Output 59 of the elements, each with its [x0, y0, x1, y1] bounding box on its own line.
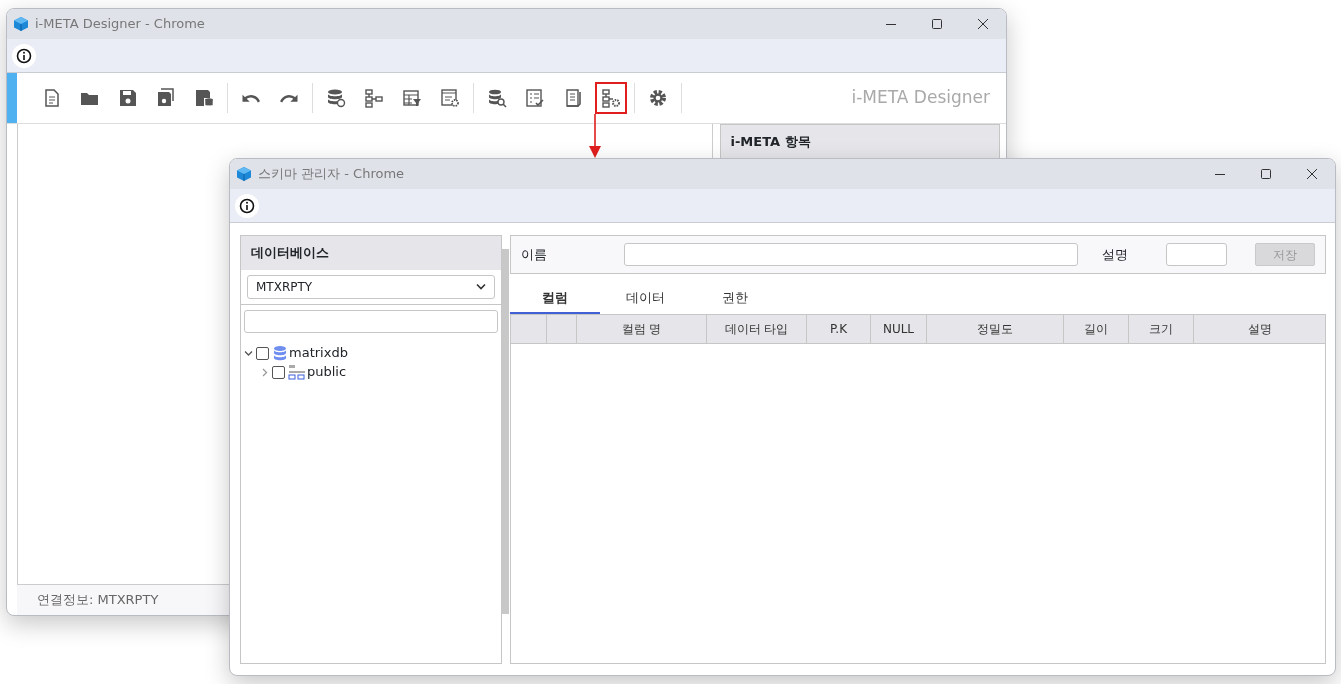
- column-header: 크기: [1129, 314, 1194, 343]
- window-title: i-META Designer - Chrome: [35, 15, 205, 34]
- info-button[interactable]: [235, 193, 259, 218]
- collapsed-caret-icon[interactable]: [260, 367, 269, 377]
- info-button[interactable]: [12, 43, 36, 68]
- document-icon: [42, 88, 62, 108]
- close-icon: [1306, 168, 1318, 180]
- database-icon: [272, 345, 288, 361]
- app-logo-icon: [236, 166, 252, 182]
- tree-item-label[interactable]: matrixdb: [289, 343, 348, 363]
- schema-icon: [288, 364, 306, 380]
- database-link-icon: [326, 88, 346, 108]
- panel-title: i-META 항목: [720, 125, 999, 159]
- field-label: 설명: [1102, 245, 1129, 264]
- database-search-icon: [487, 88, 507, 108]
- status-text: 연결정보: MTXRPTY: [37, 591, 159, 610]
- panel-title: 데이터베이스: [241, 236, 501, 270]
- settings-icon: [648, 88, 668, 108]
- column-header: 설명: [1246, 320, 1273, 338]
- tree-item-label[interactable]: public: [307, 362, 347, 382]
- window-title: 스키마 관리자 - Chrome: [258, 165, 405, 184]
- accent-bar: [7, 73, 17, 123]
- column-header: 컬럼 명: [577, 314, 707, 343]
- search-field[interactable]: [244, 309, 498, 333]
- redo-icon: [280, 93, 298, 103]
- hierarchy-settings-icon: [601, 88, 621, 108]
- tab[interactable]: 권한: [690, 284, 780, 314]
- scrollbar[interactable]: [502, 249, 509, 614]
- caret-icon: [476, 282, 486, 291]
- column-header: 정밀도: [927, 314, 1064, 343]
- info-icon: [239, 197, 255, 214]
- brand-text: i-META Designer: [851, 86, 990, 110]
- column-header: 길이: [1064, 314, 1129, 343]
- column-header: NULL: [871, 314, 927, 343]
- name-field[interactable]: [624, 243, 1078, 266]
- column-header: P.K: [807, 314, 871, 343]
- description-field[interactable]: [1166, 243, 1227, 266]
- checklist-icon: [525, 88, 545, 108]
- undo-icon: [242, 93, 260, 103]
- close-icon: [977, 18, 989, 30]
- arrow: [589, 114, 601, 158]
- form-settings-icon: [440, 88, 460, 108]
- toolbar-button[interactable]: [595, 82, 627, 114]
- expanded-caret-icon[interactable]: [244, 348, 253, 358]
- save-icon: [118, 88, 138, 108]
- checkbox[interactable]: [272, 365, 285, 379]
- documents-icon: [563, 88, 583, 108]
- database-dropdown[interactable]: MTXRPTY: [247, 274, 495, 299]
- info-icon: [16, 47, 32, 64]
- save-all-icon: [156, 88, 176, 108]
- maximize-icon: [931, 18, 943, 30]
- checkbox[interactable]: [256, 346, 269, 360]
- app-logo-icon: [13, 16, 29, 32]
- tab[interactable]: 데이터: [600, 284, 690, 314]
- maximize-icon: [1260, 168, 1272, 180]
- field-label: 이름: [521, 245, 548, 264]
- table-filter-icon: [402, 88, 422, 108]
- hierarchy-icon: [364, 88, 384, 108]
- column-header: 데이터 타입: [707, 314, 807, 343]
